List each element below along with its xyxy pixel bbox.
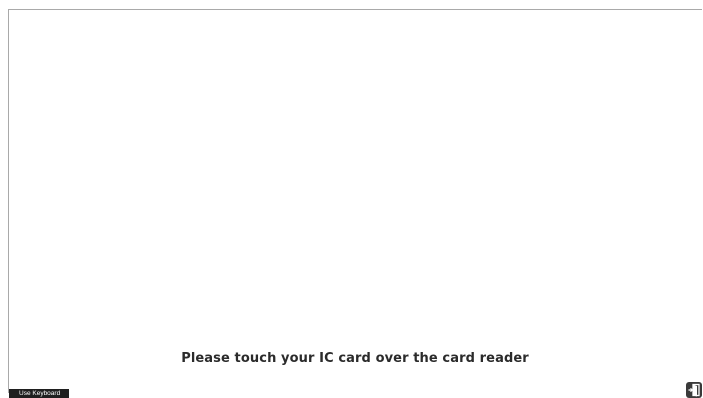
exit-door-icon: [688, 383, 700, 397]
exit-button[interactable]: [686, 382, 702, 398]
content-panel: [8, 9, 702, 393]
card-reader-screen: Please touch your IC card over the card …: [0, 0, 703, 398]
card-prompt-text: Please touch your IC card over the card …: [181, 351, 529, 366]
use-keyboard-button[interactable]: Use Keyboard: [9, 389, 69, 398]
